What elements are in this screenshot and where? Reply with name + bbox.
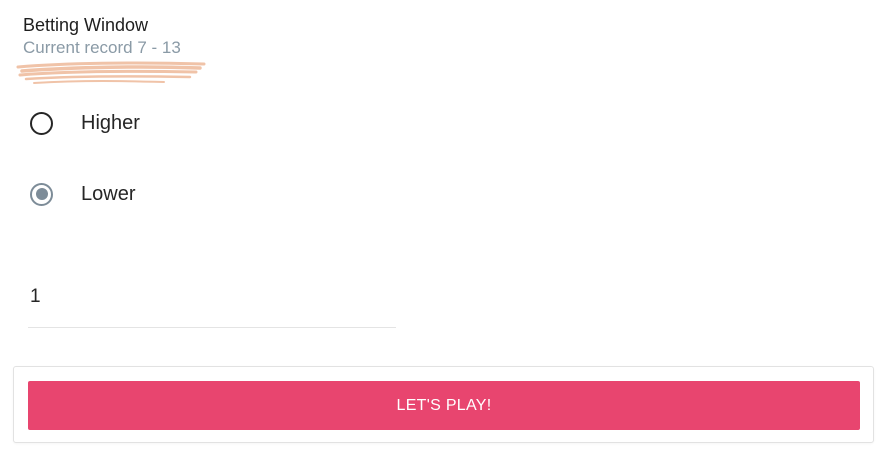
radio-dot [35,188,48,200]
page-title: Betting Window [23,15,149,35]
betting-window: Betting Window Current record 7 - 13 Hig… [0,0,883,453]
radio-label-lower: Lower [81,182,136,205]
radio-checked-icon[interactable] [30,182,53,206]
radio-label-higher: Higher [81,111,140,134]
current-record: Current record 7 - 13 [23,38,181,57]
radio-option-higher[interactable]: Higher [30,108,140,138]
radio-option-lower[interactable]: Lower [30,179,135,209]
play-card: LET'S PLAY! [13,366,874,443]
scribble-underline [16,61,206,84]
lets-play-button[interactable]: LET'S PLAY! [28,381,860,430]
radio-unchecked-icon[interactable] [30,111,53,135]
bet-amount-input[interactable] [28,280,396,328]
